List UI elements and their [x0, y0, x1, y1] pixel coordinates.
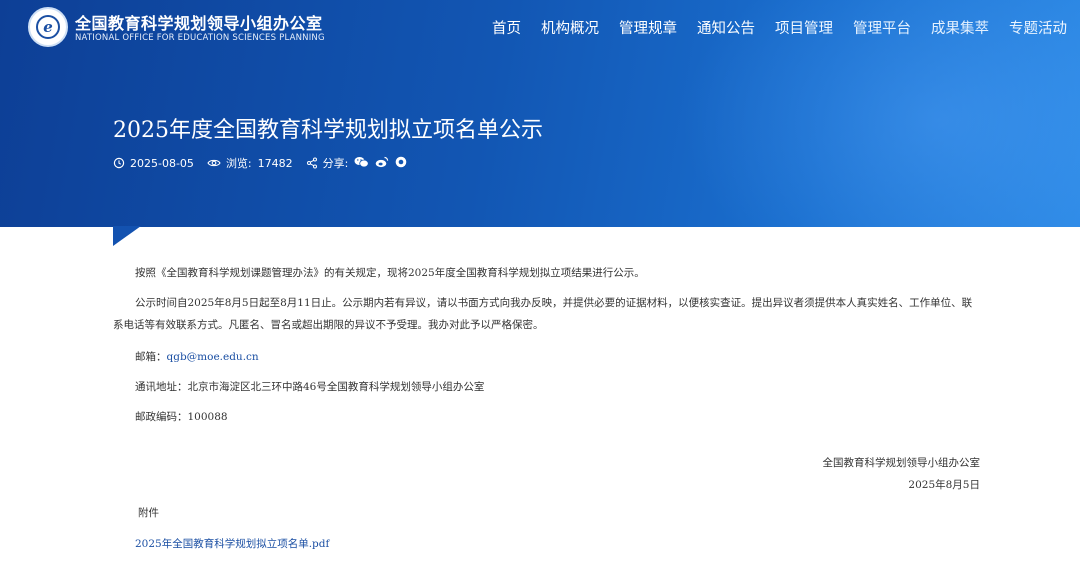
- article-title: 2025年度全国教育科学规划拟立项名单公示: [113, 118, 543, 143]
- nav-topics[interactable]: 专题活动: [1009, 17, 1067, 38]
- banner-notch: [113, 226, 141, 246]
- postcode-value: 100088: [187, 411, 228, 423]
- logo-e-icon: e: [36, 15, 60, 39]
- share-group: 分享:: [306, 155, 408, 171]
- nav-notices[interactable]: 通知公告: [697, 17, 755, 38]
- nav-home[interactable]: 首页: [492, 17, 521, 38]
- email-link[interactable]: qgb@moe.edu.cn: [167, 351, 259, 363]
- address-label: 通讯地址：: [135, 381, 188, 393]
- article-meta: 2025-08-05 浏览: 17482 分享:: [113, 155, 420, 171]
- nav-about[interactable]: 机构概况: [541, 17, 599, 38]
- signature-block: 全国教育科学规划领导小组办公室 2025年8月5日: [823, 452, 981, 496]
- hero-banner: e 全国教育科学规划领导小组办公室 NATIONAL OFFICE FOR ED…: [0, 0, 1080, 227]
- postcode-label: 邮政编码：: [135, 411, 188, 423]
- site-logo[interactable]: e: [28, 7, 68, 47]
- views-group: 浏览: 17482: [207, 155, 293, 171]
- weibo-icon[interactable]: [375, 156, 389, 171]
- views-count: 17482: [257, 156, 293, 170]
- address-value: 北京市海淀区北三环中路46号全国教育科学规划领导小组办公室: [187, 381, 485, 393]
- attachment-link[interactable]: 2025年全国教育科学规划拟立项名单.pdf: [135, 536, 329, 551]
- paragraph-notice: 公示时间自2025年8月5日起至8月11日止。公示期内若有异议，请以书面方式向我…: [113, 297, 973, 331]
- main-nav: 首页 机构概况 管理规章 通知公告 项目管理 管理平台 成果集萃 专题活动: [472, 17, 1067, 38]
- signature-date: 2025年8月5日: [908, 479, 980, 491]
- views-label: 浏览:: [225, 157, 252, 170]
- share-label: 分享:: [322, 157, 349, 170]
- nav-achievements[interactable]: 成果集萃: [931, 17, 989, 38]
- attachment-label: 附件: [138, 507, 159, 519]
- share-icon: [306, 157, 318, 169]
- clock-icon: [113, 157, 125, 169]
- qzone-icon[interactable]: [395, 156, 407, 171]
- site-subtitle: NATIONAL OFFICE FOR EDUCATION SCIENCES P…: [75, 33, 325, 43]
- eye-icon: [207, 157, 221, 169]
- address-row: 通讯地址：北京市海淀区北三环中路46号全国教育科学规划领导小组办公室: [135, 376, 980, 398]
- site-title[interactable]: 全国教育科学规划领导小组办公室: [75, 10, 323, 34]
- nav-platform[interactable]: 管理平台: [853, 17, 911, 38]
- publish-date: 2025-08-05: [130, 156, 194, 170]
- date-group: 2025-08-05: [113, 157, 194, 170]
- signature-org: 全国教育科学规划领导小组办公室: [822, 457, 981, 469]
- email-row: 邮箱：qgb@moe.edu.cn: [135, 346, 980, 368]
- wechat-icon[interactable]: [354, 156, 370, 171]
- nav-projects[interactable]: 项目管理: [775, 17, 833, 38]
- nav-regulations[interactable]: 管理规章: [619, 17, 677, 38]
- postcode-row: 邮政编码：100088: [135, 406, 980, 428]
- paragraph-intro: 按照《全国教育科学规划课题管理办法》的有关规定，现将2025年度全国教育科学规划…: [135, 267, 645, 279]
- email-label: 邮箱：: [135, 351, 167, 363]
- article-body: 按照《全国教育科学规划课题管理办法》的有关规定，现将2025年度全国教育科学规划…: [113, 262, 980, 436]
